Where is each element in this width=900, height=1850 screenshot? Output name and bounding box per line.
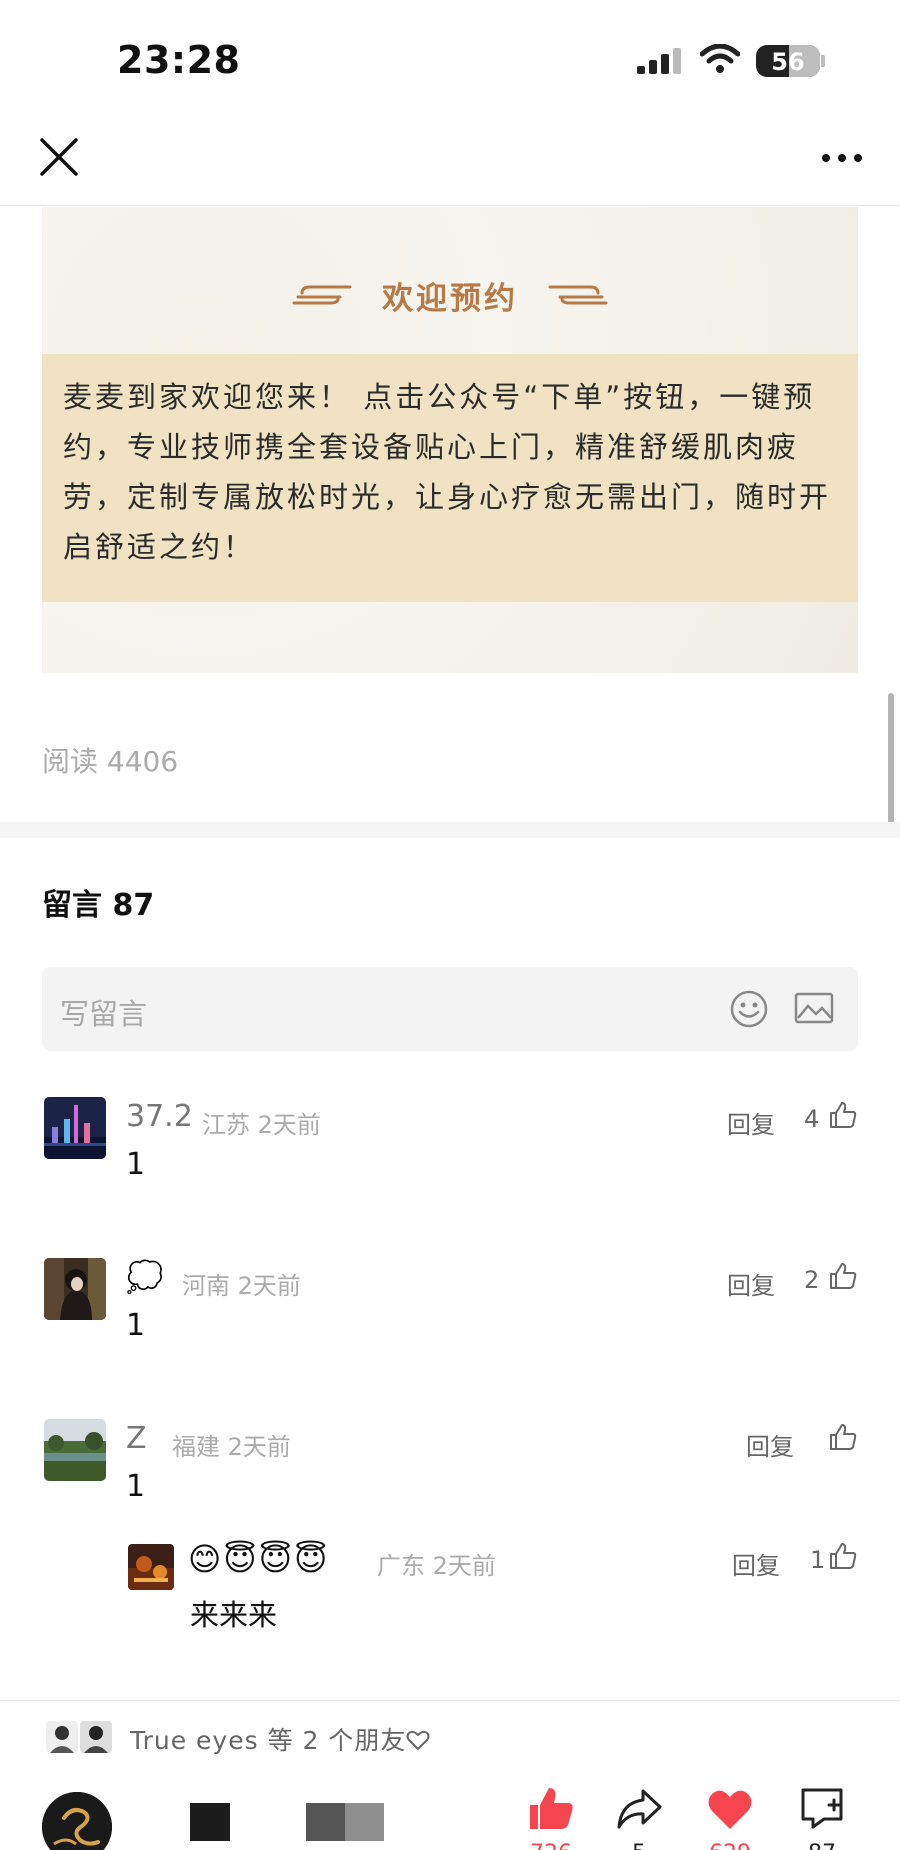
favorite-count: 629 bbox=[700, 1841, 760, 1850]
comment-location-time: 福建 2天前 bbox=[172, 1433, 291, 1461]
friends-liked-text: True eyes 等 2 个朋友 bbox=[130, 1721, 430, 1757]
avatar[interactable] bbox=[44, 1097, 106, 1159]
avatar[interactable] bbox=[44, 1258, 106, 1320]
reply-button[interactable]: 回复 bbox=[732, 1546, 780, 1581]
scrollbar[interactable] bbox=[888, 693, 894, 836]
comment-input[interactable]: 写留言 bbox=[42, 967, 858, 1051]
redacted-block bbox=[306, 1803, 384, 1841]
comment-icon[interactable] bbox=[798, 1785, 846, 1833]
commenter-name: 💭 bbox=[126, 1260, 164, 1295]
like-count: 4 bbox=[804, 1105, 820, 1133]
commenter-name: 😊😇😇😇 bbox=[188, 1540, 330, 1578]
section-divider bbox=[0, 822, 900, 838]
bottom-action-bar: True eyes 等 2 个朋友 726 5 629 87 bbox=[0, 1700, 900, 1850]
comment-location-time: 河南 2天前 bbox=[182, 1272, 301, 1300]
comment-text: 1 bbox=[126, 1147, 146, 1182]
battery-icon: 56 bbox=[756, 45, 820, 77]
comment-location-time: 江苏 2天前 bbox=[202, 1111, 321, 1139]
share-icon[interactable] bbox=[615, 1785, 663, 1833]
battery-tip bbox=[821, 55, 825, 67]
comment-count: 87 bbox=[792, 1841, 852, 1850]
wifi-icon bbox=[700, 44, 740, 73]
image-icon[interactable] bbox=[794, 991, 834, 1025]
like-count: 1 bbox=[810, 1546, 826, 1574]
account-avatar[interactable] bbox=[42, 1792, 112, 1850]
thumbs-up-icon[interactable] bbox=[829, 1542, 857, 1570]
thumbs-up-icon[interactable] bbox=[829, 1101, 857, 1129]
read-count: 阅读 4406 bbox=[42, 745, 179, 778]
comment-text: 1 bbox=[126, 1308, 146, 1343]
redacted-block bbox=[190, 1803, 230, 1841]
comment-text: 1 bbox=[126, 1469, 146, 1504]
like-count: 2 bbox=[804, 1266, 820, 1294]
banner-text-box: 麦麦到家欢迎您来！ 点击公众号“下单”按钮，一键预约，专业技师携全套设备贴心上门… bbox=[42, 354, 858, 602]
reply-button[interactable]: 回复 bbox=[727, 1105, 775, 1140]
heart-outline-icon bbox=[406, 1730, 430, 1751]
commenter-name: 37.2 bbox=[126, 1099, 193, 1134]
more-options-icon[interactable] bbox=[820, 150, 864, 166]
close-icon[interactable] bbox=[38, 136, 80, 178]
comment-location-time: 广东 2天前 bbox=[377, 1552, 496, 1580]
like-icon[interactable] bbox=[527, 1785, 575, 1833]
cellular-signal-icon bbox=[637, 48, 681, 74]
sub-reply-item: 😊😇😇😇 广东 2天前 来来来 回复 1 bbox=[0, 1540, 900, 1632]
like-count-bottom: 726 bbox=[521, 1841, 581, 1850]
friends-liked-label: True eyes 等 2 个朋友 bbox=[130, 1726, 407, 1755]
avatar[interactable] bbox=[128, 1544, 174, 1590]
banner-text: 麦麦到家欢迎您来！ 点击公众号“下单”按钮，一键预约，专业技师携全套设备贴心上门… bbox=[63, 380, 832, 564]
friend-avatar bbox=[80, 1721, 112, 1753]
title-decoration-right bbox=[548, 285, 608, 305]
commenter-name: Z bbox=[126, 1421, 147, 1456]
thumbs-up-icon[interactable] bbox=[829, 1423, 857, 1451]
nav-bar bbox=[0, 120, 900, 206]
status-bar: 23:28 56 bbox=[0, 0, 900, 120]
thumbs-up-icon[interactable] bbox=[829, 1262, 857, 1290]
battery-level: 56 bbox=[771, 48, 805, 76]
article-banner-image: 欢迎预约 麦麦到家欢迎您来！ 点击公众号“下单”按钮，一键预约，专业技师携全套设… bbox=[42, 207, 858, 673]
emoji-icon[interactable] bbox=[729, 989, 769, 1029]
comment-item: 37.2 江苏 2天前 1 回复 4 bbox=[0, 1097, 900, 1207]
comment-input-placeholder: 写留言 bbox=[60, 997, 148, 1031]
banner-title: 欢迎预约 bbox=[382, 281, 518, 317]
reply-button[interactable]: 回复 bbox=[727, 1266, 775, 1301]
status-time: 23:28 bbox=[117, 38, 241, 82]
comment-text: 来来来 bbox=[190, 1598, 278, 1632]
comment-item: Z 福建 2天前 1 回复 bbox=[0, 1419, 900, 1529]
reply-button[interactable]: 回复 bbox=[746, 1427, 794, 1462]
friend-avatar bbox=[46, 1721, 78, 1753]
favorite-heart-icon[interactable] bbox=[706, 1785, 754, 1833]
comment-item: 💭 河南 2天前 1 回复 2 bbox=[0, 1258, 900, 1368]
comments-title: 留言 87 bbox=[42, 888, 155, 923]
share-count: 5 bbox=[609, 1841, 669, 1850]
avatar[interactable] bbox=[44, 1419, 106, 1481]
